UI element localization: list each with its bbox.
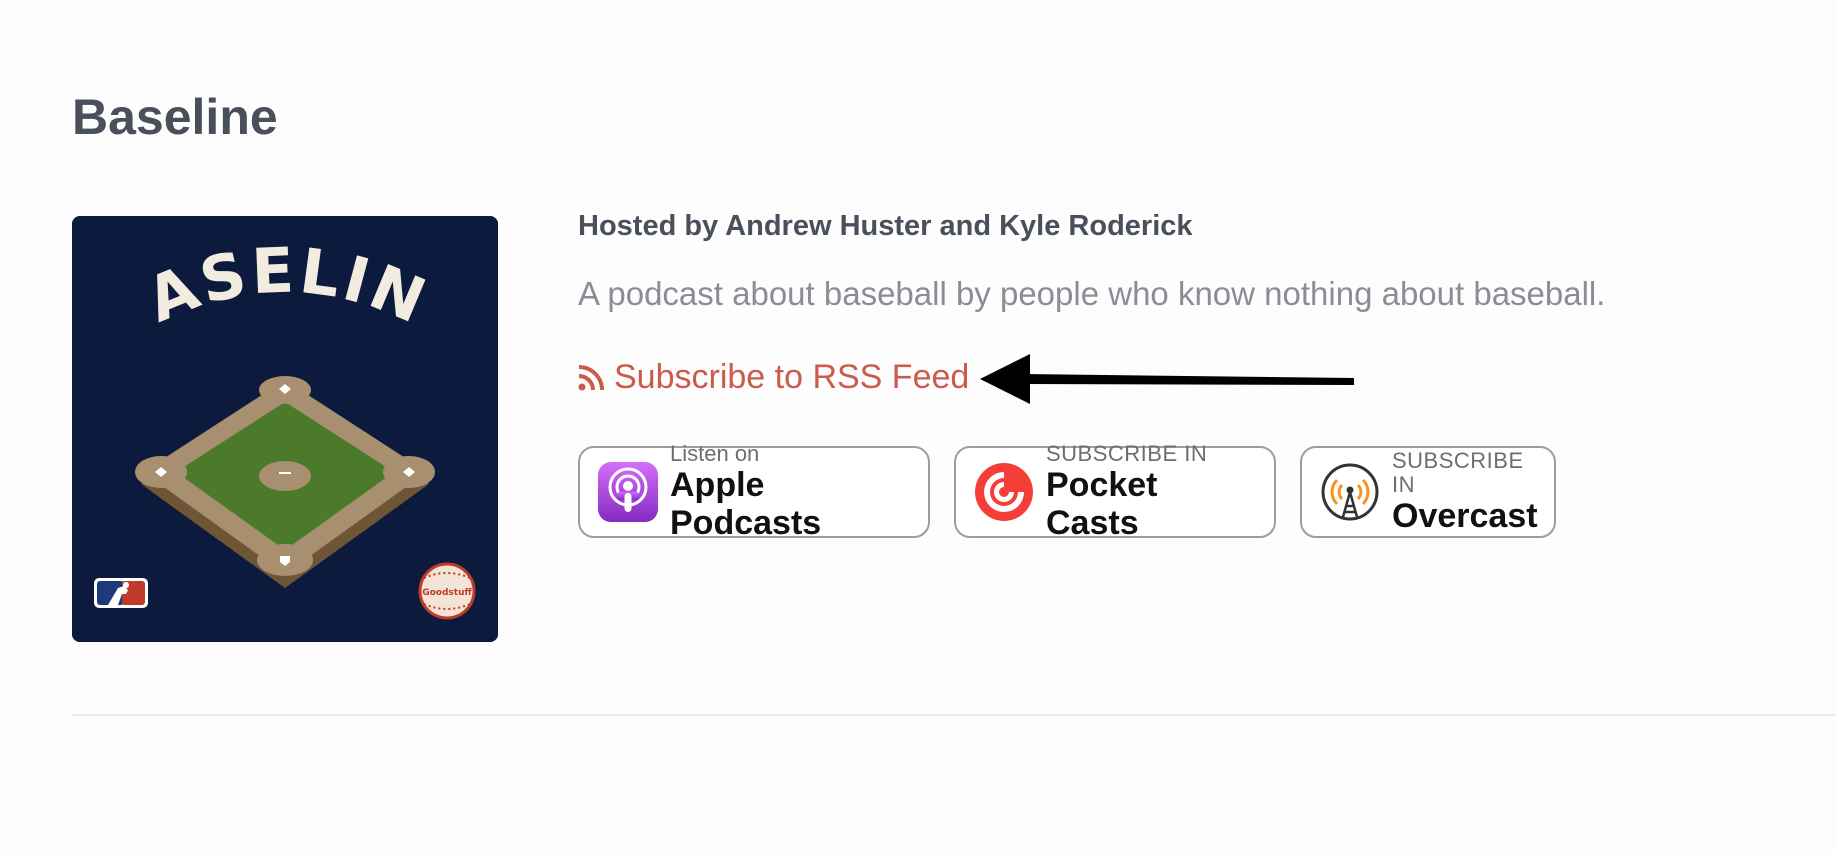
overcast-text: SUBSCRIBE IN Overcast [1392,448,1538,536]
podcast-description: A podcast about baseball by people who k… [578,275,1606,312]
pocket-casts-small: SUBSCRIBE IN [1046,441,1208,466]
overcast-big: Overcast [1392,497,1538,535]
league-logo [94,578,148,608]
podcast-page: Baseline BASELINE [0,0,1836,854]
apple-podcasts-small: Listen on [670,441,760,466]
rss-subscribe-link[interactable]: Subscribe to RSS Feed [578,358,969,397]
apple-podcasts-icon [598,462,658,522]
pocket-casts-text: SUBSCRIBE IN Pocket Casts [1046,441,1256,543]
section-divider [72,714,1836,716]
pocket-casts-button[interactable]: SUBSCRIBE IN Pocket Casts [954,442,1276,542]
podcast-hosts: Hosted by Andrew Huster and Kyle Roderic… [578,210,1193,242]
pocket-casts-big: Pocket Casts [1046,466,1158,542]
svg-text:Goodstuff: Goodstuff [422,588,472,598]
subscribe-badges: Listen on Apple Podcasts SUBSCRIBE IN Po… [578,442,1556,542]
baseline-artwork-graphic: BASELINE [72,216,498,642]
podcast-artwork: BASELINE [72,216,498,642]
goodstuff-stamp: Goodstuff [418,562,476,620]
overcast-icon [1320,462,1380,522]
overcast-small: SUBSCRIBE IN [1392,448,1524,497]
rss-icon [578,364,604,391]
apple-podcasts-text: Listen on Apple Podcasts [670,441,910,543]
overcast-button[interactable]: SUBSCRIBE IN Overcast [1300,446,1556,538]
podcast-info: Hosted by Andrew Huster and Kyle Roderic… [578,210,1778,396]
annotation-arrow [980,352,1360,413]
pocket-casts-icon [974,462,1034,522]
page-title: Baseline [72,89,278,145]
rss-label: Subscribe to RSS Feed [614,358,970,396]
apple-podcasts-button[interactable]: Listen on Apple Podcasts [578,442,930,542]
apple-podcasts-big: Apple Podcasts [670,466,822,542]
